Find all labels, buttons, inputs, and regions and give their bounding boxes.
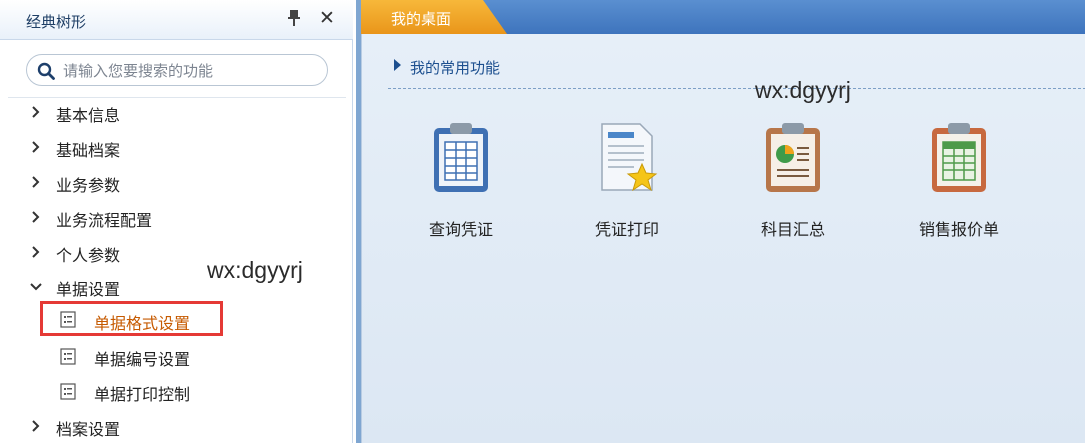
- chevron-right-icon: [32, 106, 40, 118]
- tree-subitem-label: 单据编号设置: [94, 350, 191, 369]
- watermark: wx:dgyyrj: [207, 257, 303, 283]
- function-account-summary[interactable]: 科目汇总: [738, 120, 848, 240]
- function-query-voucher[interactable]: 查询凭证: [406, 120, 516, 240]
- section-divider: [388, 88, 1085, 89]
- clipboard-sheet-icon: [932, 123, 986, 192]
- tree-item-label: 业务流程配置: [56, 211, 153, 230]
- function-label: 科目汇总: [760, 220, 825, 239]
- desktop-content: 我的常用功能 查询凭证 凭证打印 科目汇总 销售报价单: [361, 34, 1085, 443]
- chevron-right-icon: [32, 246, 40, 258]
- chevron-down-icon: [30, 283, 42, 291]
- chevron-right-icon: [32, 420, 40, 432]
- document-list-icon: [60, 311, 76, 328]
- tab-my-desktop[interactable]: 我的桌面: [361, 0, 511, 34]
- clipboard-table-icon: [434, 123, 488, 192]
- function-label: 销售报价单: [918, 220, 999, 239]
- search-input[interactable]: [63, 60, 319, 82]
- main-area: 我的桌面 我的常用功能 查询凭证 凭证打印 科目汇总 销售报价单 wx:dgyy…: [356, 0, 1085, 443]
- watermark: wx:dgyyrj: [755, 77, 851, 103]
- clipboard-chart-icon: [766, 123, 820, 192]
- section-title: 我的常用功能: [410, 59, 501, 77]
- caret-right-icon: [394, 59, 401, 71]
- function-sales-quotation[interactable]: 销售报价单: [904, 120, 1014, 240]
- tree-subitem-document-print[interactable]: 单据打印控制: [40, 377, 270, 407]
- tree-item-label: 档案设置: [56, 420, 121, 439]
- tree-item-business-params[interactable]: 业务参数: [0, 168, 340, 198]
- tree-subitem-document-format[interactable]: 单据格式设置: [40, 301, 223, 336]
- sidebar: 经典树形 ✕ 基本信息 基础档案 业务参数 业务流程配置 个人参数: [0, 0, 353, 443]
- tree-subitem-document-numbering[interactable]: 单据编号设置: [40, 342, 270, 372]
- search-icon: [37, 62, 55, 80]
- function-label: 查询凭证: [428, 220, 493, 239]
- close-icon[interactable]: ✕: [318, 7, 336, 29]
- tab-bar: 我的桌面: [361, 0, 1085, 34]
- tree-item-label: 单据设置: [56, 280, 121, 299]
- pin-icon[interactable]: [286, 9, 302, 27]
- tree-subitem-label: 单据格式设置: [94, 314, 191, 333]
- document-star-icon: [601, 123, 658, 192]
- tree-item-label: 基础档案: [56, 141, 121, 160]
- function-label: 凭证打印: [594, 220, 659, 239]
- tree-item-basic-info[interactable]: 基本信息: [0, 98, 340, 128]
- tree-item-base-archive[interactable]: 基础档案: [0, 133, 340, 163]
- tree-subitem-label: 单据打印控制: [94, 385, 191, 404]
- tree-item-label: 业务参数: [56, 176, 121, 195]
- tree-item-label: 个人参数: [56, 246, 121, 265]
- chevron-right-icon: [32, 141, 40, 153]
- chevron-right-icon: [32, 211, 40, 223]
- tree-item-workflow-config[interactable]: 业务流程配置: [0, 203, 340, 233]
- sidebar-header: 经典树形 ✕: [0, 0, 353, 40]
- tree-item-label: 基本信息: [56, 106, 121, 125]
- sidebar-title: 经典树形: [26, 13, 87, 31]
- tab-label: 我的桌面: [391, 10, 452, 28]
- document-list-icon: [60, 348, 76, 365]
- chevron-right-icon: [32, 176, 40, 188]
- document-list-icon: [60, 383, 76, 400]
- tree-item-archive-settings[interactable]: 档案设置: [0, 412, 340, 442]
- search-box[interactable]: [26, 54, 328, 86]
- function-voucher-print[interactable]: 凭证打印: [572, 120, 682, 240]
